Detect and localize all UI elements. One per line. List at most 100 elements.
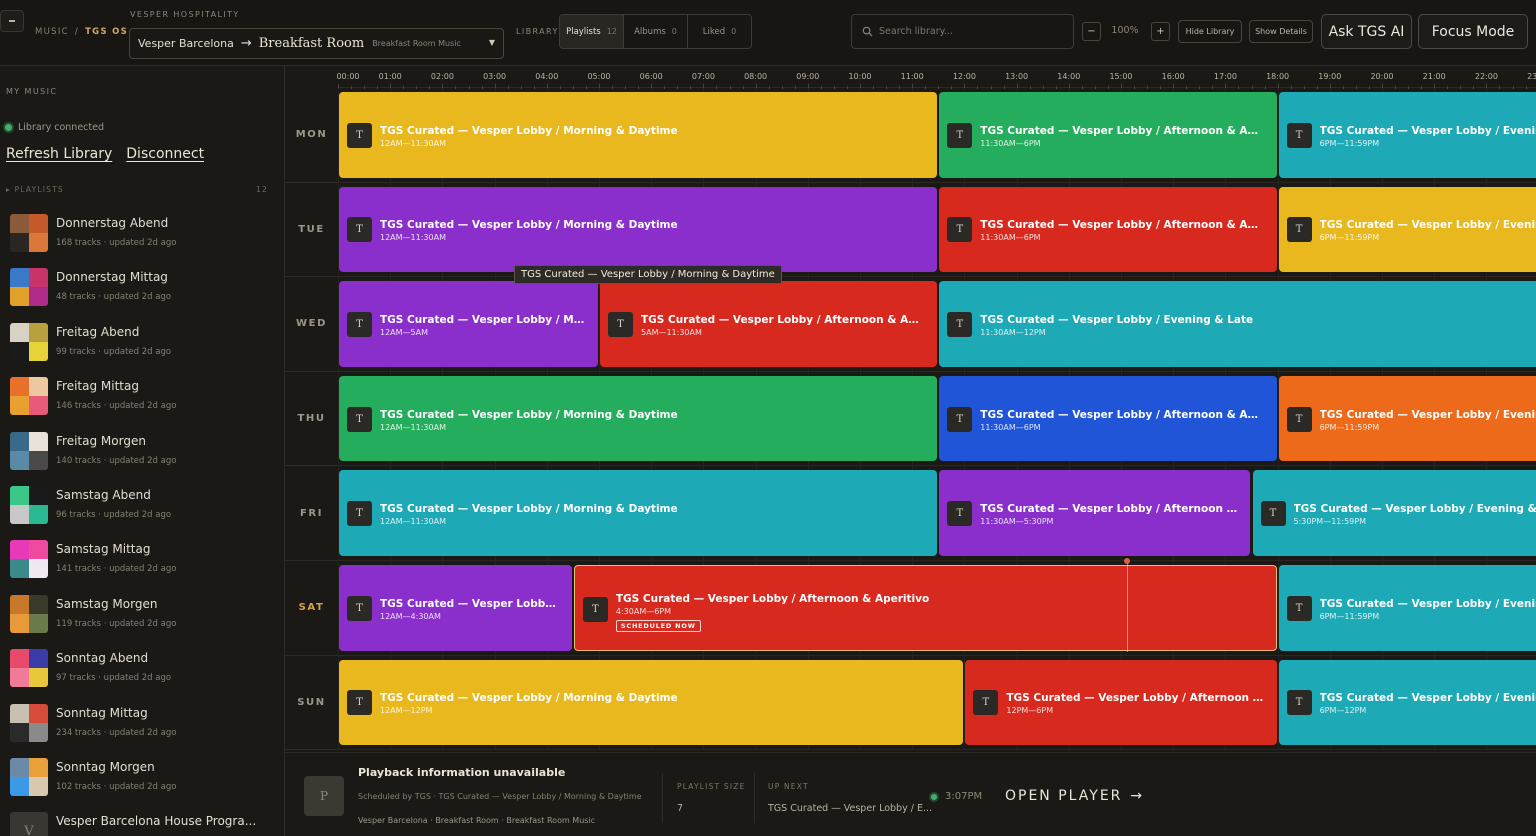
playlist-item[interactable]: Sonntag Morgen 102 tracks · updated 2d ag… — [0, 754, 284, 808]
hour-tick — [1408, 86, 1410, 89]
playlist-artwork — [10, 322, 48, 361]
hour-tick-label: 00:00 — [336, 72, 360, 81]
up-next-label: UP NEXT — [768, 782, 809, 791]
playlist-item[interactable]: Donnerstag Mittag 48 tracks · updated 2d … — [0, 264, 284, 318]
block-title: TGS Curated — Vesper Lobby / Evening & L… — [1319, 408, 1536, 421]
playlist-item[interactable]: Freitag Morgen 140 tracks · updated 2d ag… — [0, 428, 284, 482]
schedule-block[interactable]: T TGS Curated — Vesper Lobby / Evening & … — [1278, 186, 1536, 273]
hour-tick-label: 17:00 — [1213, 72, 1237, 81]
hour-tick — [1316, 86, 1318, 89]
playlist-item[interactable]: Samstag Morgen 119 tracks · updated 2d ag… — [0, 591, 284, 645]
hour-tick — [794, 86, 796, 89]
zoom-out-button[interactable]: − — [1082, 22, 1101, 41]
focus-mode-button[interactable]: Focus Mode — [1418, 14, 1528, 49]
hour-tick — [1003, 86, 1005, 89]
playlist-icon: T — [347, 122, 372, 148]
current-time-label: 3:07PM — [945, 791, 983, 802]
hour-tick — [559, 86, 561, 89]
schedule-block[interactable]: T TGS Curated — Vesper Lobby / Afternoon … — [600, 281, 938, 367]
playlist-item[interactable]: Samstag Abend 96 tracks · updated 2d ago — [0, 482, 284, 536]
schedule-block[interactable]: T TGS Curated — Vesper Lobby / Evening & … — [1278, 375, 1536, 462]
block-time: 6PM—12PM — [1319, 706, 1367, 716]
schedule-block[interactable]: T TGS Curated — Vesper Lobby / Afternoon … — [573, 565, 1277, 651]
hour-tick — [833, 86, 835, 89]
block-tooltip: TGS Curated — Vesper Lobby / Morning & D… — [514, 265, 782, 284]
schedule-block[interactable]: T TGS Curated — Vesper Lobby / Afternoon … — [965, 659, 1277, 746]
schedule-block[interactable]: T TGS Curated — Vesper Lobby / Afternoon … — [939, 470, 1251, 556]
row-divider — [338, 560, 1536, 561]
schedule-block[interactable]: T TGS Curated — Vesper Lobby / Afternoon … — [939, 92, 1277, 178]
tab-liked[interactable]: Liked 0 — [688, 15, 751, 48]
block-title: TGS Curated — Vesper Lobby / Evening & L… — [1319, 597, 1536, 610]
search-box — [851, 14, 1074, 49]
block-time: 4:30AM—6PM — [615, 606, 672, 616]
tab-albums[interactable]: Albums 0 — [624, 15, 688, 48]
playlist-item[interactable]: Sonntag Abend 97 tracks · updated 2d ago — [0, 645, 284, 699]
hour-tick — [1421, 86, 1423, 89]
playlist-artwork — [10, 214, 48, 252]
playlist-item[interactable]: V Vesper Barcelona House Progra... — [0, 808, 284, 836]
playlist-item[interactable]: Freitag Abend 99 tracks · updated 2d ago — [0, 319, 284, 373]
block-title: TGS Curated — Vesper Lobby / Afternoon &… — [980, 408, 1265, 421]
playlist-name: Freitag Mittag — [56, 379, 139, 394]
schedule-block[interactable]: T TGS Curated — Vesper Lobby / Morning & … — [339, 659, 964, 746]
schedule-block[interactable]: T TGS Curated — Vesper Lobby / Morning & … — [339, 470, 938, 556]
refresh-library-link[interactable]: Refresh Library — [6, 146, 112, 162]
library-sidebar: MY MUSIC Library connected Refresh Libra… — [0, 66, 285, 836]
disconnect-link[interactable]: Disconnect — [126, 146, 204, 162]
ask-ai-button[interactable]: Ask TGS AI — [1321, 14, 1412, 49]
schedule-block[interactable]: T TGS Curated — Vesper Lobby / Morning & … — [339, 375, 938, 462]
schedule-block[interactable]: T TGS Curated — Vesper Lobby / ... 12AM—4:… — [339, 565, 572, 651]
zoom-in-button[interactable]: + — [1151, 22, 1170, 41]
venue-room-select[interactable]: Vesper Barcelona → Breakfast Room Breakf… — [129, 28, 504, 59]
playlist-item[interactable]: Freitag Mittag 146 tracks · updated 2d ag… — [0, 373, 284, 427]
playlist-item[interactable]: Samstag Mittag 141 tracks · updated 2d ag… — [0, 536, 284, 590]
hour-tick — [977, 86, 979, 89]
playlist-meta: 146 tracks · updated 2d ago — [56, 401, 177, 412]
schedule-block[interactable]: T TGS Curated — Vesper Lobby / Evening & … — [1252, 470, 1536, 556]
hour-tick — [742, 86, 744, 89]
hour-tick — [1525, 86, 1527, 89]
menu-button[interactable] — [0, 10, 24, 32]
sidebar-title: MY MUSIC — [6, 87, 58, 96]
now-playing-location: Vesper Barcelona · Breakfast Room · Brea… — [358, 816, 596, 825]
now-playing-bar: P Playback information unavailable Sched… — [285, 752, 1536, 836]
playlist-icon: T — [582, 596, 608, 622]
block-title: TGS Curated — Vesper Lobby / Evening & L… — [980, 313, 1254, 326]
schedule-block[interactable]: T TGS Curated — Vesper Lobby / Evening & … — [1278, 659, 1536, 746]
breadcrumb-root[interactable]: MUSIC — [35, 27, 69, 37]
playlist-item[interactable]: Sonntag Mittag 234 tracks · updated 2d ag… — [0, 700, 284, 754]
schedule-block[interactable]: T TGS Curated — Vesper Lobby / Afternoon … — [939, 375, 1277, 462]
hide-library-button[interactable]: Hide Library — [1178, 20, 1242, 43]
search-input[interactable] — [879, 26, 1059, 37]
open-player-button[interactable]: OPEN PLAYER → — [1005, 788, 1144, 804]
playlist-list: Donnerstag Abend 168 tracks · updated 2d … — [0, 210, 284, 836]
hour-tick — [1264, 86, 1266, 89]
block-time: 6PM—11:59PM — [1319, 233, 1380, 243]
hour-tick — [481, 86, 483, 89]
hour-tick — [1355, 86, 1357, 89]
day-label: MON — [285, 88, 338, 183]
hour-tick — [533, 86, 535, 89]
schedule-block[interactable]: T TGS Curated — Vesper Lobby / Evening & … — [1278, 565, 1536, 651]
schedule-block[interactable]: T TGS Curated — Vesper Lobby / Afternoon … — [939, 186, 1277, 273]
venue-room-detail: Breakfast Room Music — [372, 39, 461, 48]
schedule-block[interactable]: T TGS Curated — Vesper Lobby / Morni...12… — [339, 281, 598, 367]
schedule-block[interactable]: T TGS Curated — Vesper Lobby / Evening & … — [939, 281, 1536, 367]
day-label: SAT — [285, 561, 338, 656]
show-details-button[interactable]: Show Details — [1249, 20, 1313, 43]
playlist-icon: T — [347, 501, 372, 527]
playlists-header[interactable]: ▸ PLAYLISTS 12 — [6, 185, 268, 194]
block-time: 12AM—11:30AM — [380, 233, 446, 243]
schedule-block[interactable]: T TGS Curated — Vesper Lobby / Evening & … — [1278, 92, 1536, 178]
playlist-item[interactable]: Donnerstag Abend 168 tracks · updated 2d … — [0, 210, 284, 264]
hour-tick-label: 02:00 — [430, 72, 454, 81]
schedule-block[interactable]: T TGS Curated — Vesper Lobby / Morning & … — [339, 186, 938, 273]
hour-tick — [677, 86, 679, 89]
playlist-artwork — [10, 485, 48, 524]
schedule-block[interactable]: T TGS Curated — Vesper Lobby / Morning & … — [339, 92, 938, 178]
playlists-label: ▸ PLAYLISTS — [6, 185, 64, 194]
playlist-meta: 119 tracks · updated 2d ago — [56, 618, 177, 629]
tab-playlists[interactable]: Playlists 12 — [560, 15, 624, 48]
venue-room-name: Breakfast Room — [258, 36, 365, 51]
